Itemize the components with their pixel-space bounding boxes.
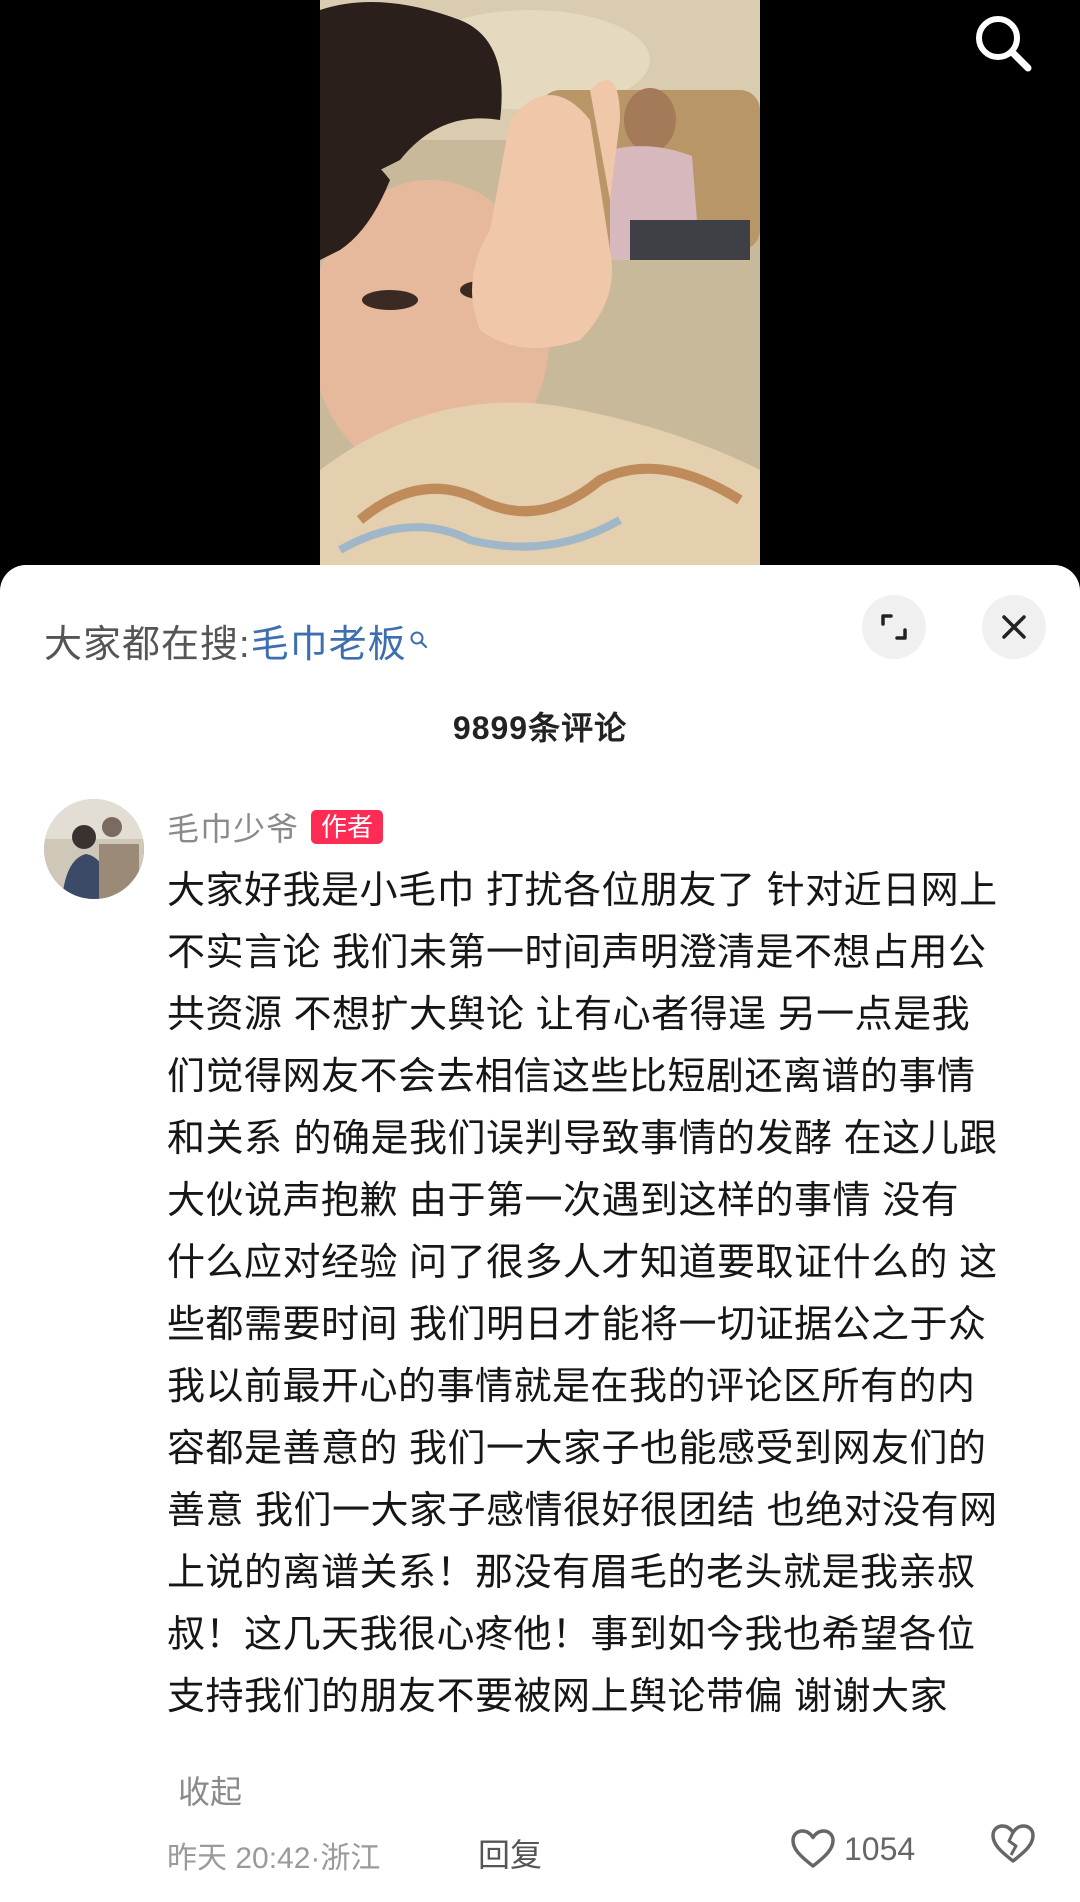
comment-time: 昨天 20:42 [167,1842,311,1875]
expand-button[interactable] [862,595,926,659]
comment-line: 大家好我是小毛巾 打扰各位朋友了 针对近日网上 [167,870,998,912]
comment-meta: 昨天 20:42·浙江 [167,1842,381,1875]
collapse-link[interactable]: 收起 [178,1767,242,1813]
close-icon [1002,615,1026,639]
comment-count: 9899条评论 [452,710,628,746]
comment-line: 善意 我们一大家子感情很好很团结 也绝对没有网 [167,1490,998,1532]
video-area [0,0,1080,600]
trending-search[interactable]: 大家都在搜:毛巾老板 [44,613,429,668]
expand-icon [881,614,907,640]
comment-line: 们觉得网友不会去相信这些比短剧还离谱的事情 [167,1056,976,1098]
comment-line: 什么应对经验 问了很多人才知道要取证什么的 这 [167,1242,998,1284]
video-thumbnail [320,0,760,565]
search-icon [976,16,1032,72]
close-button[interactable] [982,595,1046,659]
like-button[interactable]: 1054 [790,1823,915,1875]
like-count: 1054 [844,1830,916,1867]
comment-line: 共资源 不想扩大舆论 让有心者得逞 另一点是我 [167,994,971,1036]
broken-heart-icon [991,1824,1035,1863]
comments-sheet: 大家都在搜:毛巾老板 9899条评论 毛巾少爷 作者 大家好我是小毛巾 打扰各位… [0,565,1080,1902]
comment-location: 浙江 [320,1842,381,1875]
reply-button[interactable]: 回复 [478,1830,542,1876]
comment-line: 上说的离谱关系！那没有眉毛的老头就是我亲叔 [167,1552,976,1594]
comment-text: 大家好我是小毛巾 打扰各位朋友了 针对近日网上 不实言论 我们未第一时间声明澄清… [167,860,1047,1728]
search-button[interactable] [968,8,1038,78]
comment-line: 不实言论 我们未第一时间声明澄清是不想占用公 [167,932,987,974]
dislike-button[interactable] [990,1823,1038,1875]
avatar[interactable] [44,799,144,899]
author-name[interactable]: 毛巾少爷 [167,804,299,850]
comment-line: 容都是善意的 我们一大家子也能感受到网友们的 [167,1428,987,1470]
author-badge: 作者 [311,810,384,844]
comment-line: 些都需要时间 我们明日才能将一切证据公之于众 [167,1304,987,1346]
comment-line: 和关系 的确是我们误判导致事情的发酵 在这儿跟 [167,1118,998,1160]
small-search-icon [409,617,429,660]
trending-search-term[interactable]: 毛巾老板 [251,624,407,666]
trending-search-prefix: 大家都在搜: [44,624,251,666]
comment-line: 支持我们的朋友不要被网上舆论带偏 谢谢大家 [167,1676,949,1718]
comment-line: 大伙说声抱歉 由于第一次遇到这样的事情 没有 [167,1180,960,1222]
video-player[interactable] [320,0,760,565]
heart-icon [791,1829,835,1868]
comment-line: 我以前最开心的事情就是在我的评论区所有的内 [167,1366,976,1408]
author-row: 毛巾少爷 作者 [167,804,384,850]
comment-line: 叔！这几天我很心疼他！事到如今我也希望各位 [167,1614,976,1656]
